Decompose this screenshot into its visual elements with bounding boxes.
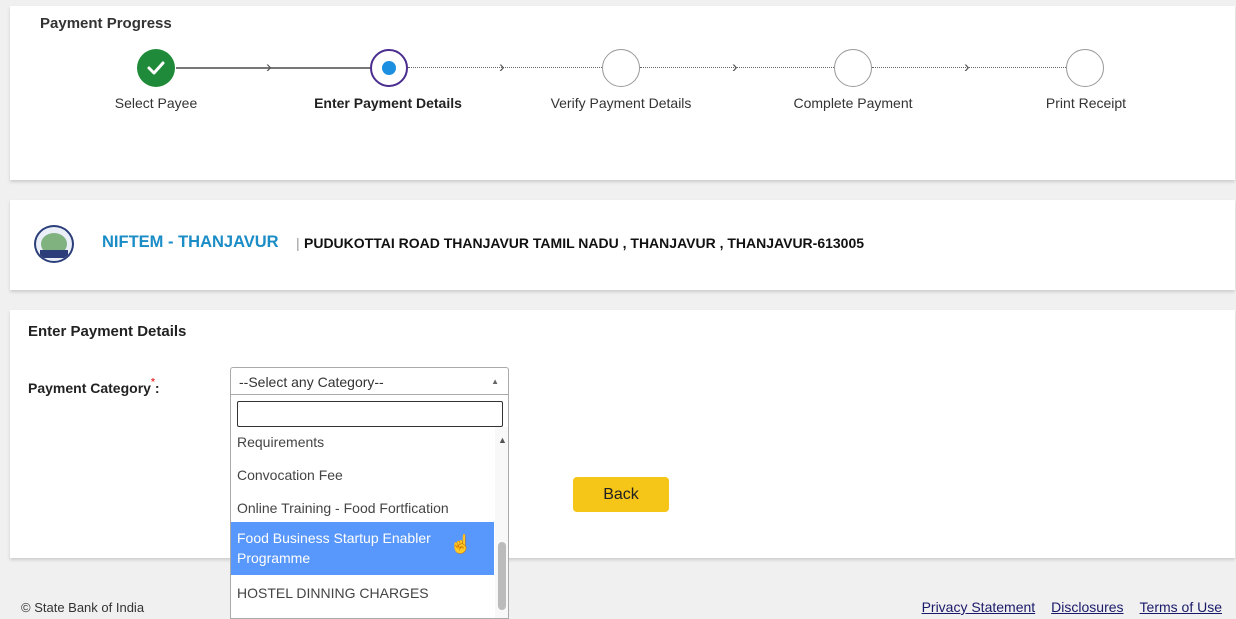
select-value: --Select any Category-- [239,374,384,390]
scrollbar-thumb[interactable] [498,542,506,610]
scroll-up-icon[interactable]: ▲ [498,435,507,445]
step-select-payee-done [137,49,175,87]
payment-category-label-text: Payment Category [28,380,151,396]
progress-title: Payment Progress [40,15,172,32]
step-label-print-receipt: Print Receipt [1045,95,1127,111]
organization-header: NIFTEM - THANJAVUR | PUDUKOTTAI ROAD THA… [10,200,1235,290]
required-asterisk: * [150,377,155,388]
step-complete-payment [834,49,872,87]
step-label-select-payee: Select Payee [114,95,198,111]
caret-up-icon: ▲ [491,377,499,386]
payment-category-select[interactable]: --Select any Category-- ▲ [230,367,509,395]
organization-name: NIFTEM - THANJAVUR [102,233,279,251]
footer-copyright: © State Bank of India [21,600,145,615]
organization-address: PUDUKOTTAI ROAD THANJAVUR TAMIL NADU , T… [304,235,865,251]
dropdown-option[interactable]: Requirements [231,430,494,454]
payment-category-label: Payment Category*: [28,377,160,396]
check-icon [147,61,165,75]
dropdown-search-input[interactable] [237,401,503,427]
dropdown-option-highlighted[interactable]: Food Business Startup Enabler Programme … [231,522,494,575]
chevron-right-icon: › [266,57,272,76]
payment-details-form: Enter Payment Details Payment Category*:… [10,310,1235,558]
chevron-right-icon: › [964,57,970,76]
active-dot-icon [382,61,396,75]
step-enter-payment-active [370,49,408,87]
dropdown-option-label: Food Business Startup Enabler Programme [237,530,431,566]
progress-connector-1 [176,67,390,69]
dropdown-option[interactable]: Online Training - Food Fortfication [231,494,494,522]
label-colon: : [154,380,160,396]
step-print-receipt [1066,49,1104,87]
step-verify-payment [602,49,640,87]
progress-connector-3 [640,67,854,68]
organization-separator: | [296,235,300,251]
step-label-complete-payment: Complete Payment [793,95,913,111]
hand-pointer-icon: ☝ [449,534,472,554]
back-button[interactable]: Back [573,477,669,512]
dropdown-option[interactable]: Convocation Fee [231,462,494,488]
form-title: Enter Payment Details [28,323,187,340]
progress-connector-4 [872,67,1086,68]
chevron-right-icon: › [499,57,505,76]
chevron-right-icon: › [732,57,738,76]
dropdown-scrollbar[interactable]: ▲ [495,427,508,618]
niftem-logo-icon [34,225,74,263]
step-label-enter-payment: Enter Payment Details [314,95,462,111]
dropdown-option[interactable]: HOSTEL DINNING CHARGES [231,580,494,606]
terms-of-use-link[interactable]: Terms of Use [1140,599,1222,615]
progress-connector-2 [408,67,622,68]
category-dropdown: Requirements Convocation Fee Online Trai… [230,395,509,619]
footer-links: Privacy Statement Disclosures Terms of Use [906,599,1222,615]
disclosures-link[interactable]: Disclosures [1051,599,1123,615]
payment-progress-panel: Payment Progress › › › › Select Payee En… [10,6,1235,180]
step-label-verify-payment: Verify Payment Details [550,95,692,111]
privacy-statement-link[interactable]: Privacy Statement [922,599,1036,615]
